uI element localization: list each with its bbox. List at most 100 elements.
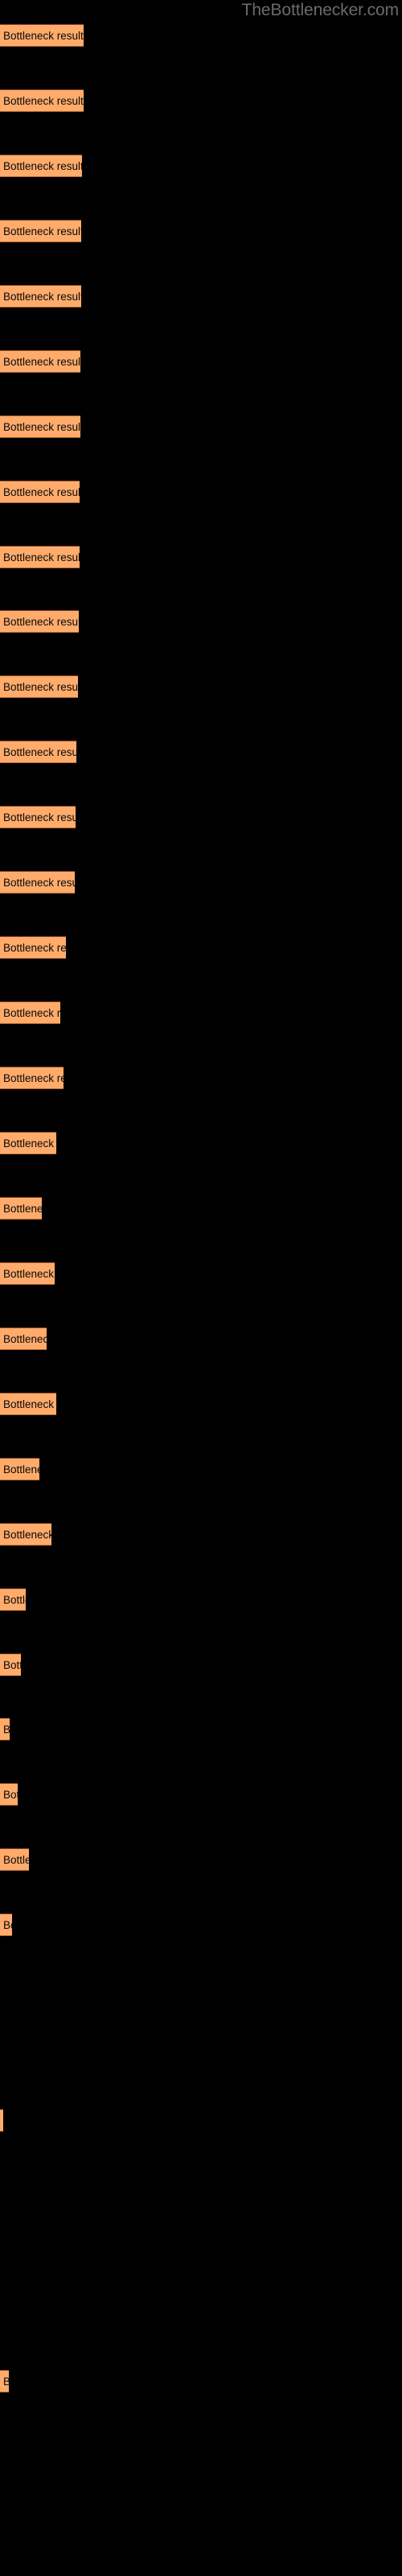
bar[interactable]: Bottleneck result [0,1523,51,1546]
bar[interactable]: Bottleneck result [0,1262,55,1285]
bar-row[interactable]: Bottleneck result [0,1132,402,1154]
bar-label-clip: Bottleneck result [0,1719,10,1740]
bar-row[interactable]: Bottleneck result [0,806,402,828]
bar-row[interactable]: Bottleneck result [0,1783,402,1806]
bar-label-clip: Bottleneck result [0,1328,47,1349]
bar-label: Bottleneck result [3,1072,64,1084]
bar-label: Bottleneck result [3,160,82,172]
bar-label: Bottleneck result [3,877,75,889]
bar-row[interactable]: Bottleneck result [0,2240,402,2262]
bar-label-clip: Bottleneck result [0,2110,3,2131]
bar-row[interactable]: Bottleneck result [0,415,402,438]
bar-label-clip: Bottleneck result [0,155,82,176]
bar[interactable]: Bottleneck result [0,741,76,763]
bar[interactable]: Bottleneck result [0,24,84,47]
bar-label-clip: Bottleneck result [0,286,81,307]
bar-row[interactable]: Bottleneck result [0,1913,402,1936]
bar[interactable]: Bottleneck result [0,936,66,959]
bar[interactable]: Bottleneck result [0,1458,39,1480]
bar[interactable]: Bottleneck result [0,89,84,112]
bar[interactable]: Bottleneck result [0,2109,3,2132]
bar[interactable]: Bottleneck result [0,675,78,698]
bar[interactable]: Bottleneck result [0,1848,29,1871]
bar-label: Bottleneck result [3,2376,9,2388]
bar-label: Bottleneck result [3,551,80,564]
bar-row[interactable]: Bottleneck result [0,1588,402,1611]
bar-row[interactable]: Bottleneck result [0,1458,402,1480]
bar[interactable]: Bottleneck result [0,1718,10,1740]
bar-row[interactable]: Bottleneck result [0,610,402,633]
bar[interactable]: Bottleneck result [0,1197,42,1220]
bar[interactable]: Bottleneck result [0,155,82,177]
bar-row[interactable]: Bottleneck result [0,936,402,959]
bar[interactable]: Bottleneck result [0,481,80,503]
bar-row[interactable]: Bottleneck result [0,2109,402,2132]
bar-label: Bottleneck result [3,225,81,237]
bar-row[interactable]: Bottleneck result [0,1393,402,1415]
bottleneck-bar-chart: Bottleneck result Bottleneck result Bottle… [0,0,402,2576]
bar-label-clip: Bottleneck result [0,1914,12,1935]
bar-label: Bottleneck result [3,1529,51,1541]
bar[interactable]: Bottleneck result [0,1653,21,1676]
bar[interactable]: Bottleneck result [0,871,75,894]
bar[interactable]: Bottleneck result [0,1132,56,1154]
bar-label: Bottleneck result [3,30,84,42]
bar-row[interactable]: Bottleneck result [0,1979,402,2001]
bar-row[interactable]: Bottleneck result [0,1067,402,1089]
bar-row[interactable]: Bottleneck result [0,1197,402,1220]
bar[interactable]: Bottleneck result [0,415,80,438]
bar-row[interactable]: Bottleneck result [0,155,402,177]
bar[interactable]: Bottleneck result [0,546,80,568]
bar-row[interactable]: Bottleneck result [0,1653,402,1676]
bar-row[interactable]: Bottleneck result [0,24,402,47]
bar-label: Bottleneck result [3,1854,29,1866]
bar-label: Bottleneck result [3,95,84,107]
bar[interactable]: Bottleneck result [0,610,79,633]
bar-label-clip: Bottleneck result [0,1459,39,1480]
bar[interactable]: Bottleneck result [0,350,80,373]
bar[interactable]: Bottleneck result [0,1393,56,1415]
bar[interactable]: Bottleneck result [0,1783,18,1806]
bar-row[interactable]: Bottleneck result [0,546,402,568]
bar-row[interactable]: Bottleneck result [0,675,402,698]
bar-row[interactable]: Bottleneck result [0,871,402,894]
bar-row[interactable]: Bottleneck result [0,741,402,763]
bar[interactable]: Bottleneck result [0,1327,47,1350]
bar-row[interactable]: Bottleneck result [0,89,402,112]
bar-row[interactable]: Bottleneck result [0,1327,402,1350]
bar-label: Bottleneck result [3,421,80,433]
bar-row[interactable]: Bottleneck result [0,1523,402,1546]
bar[interactable]: Bottleneck result [0,1588,26,1611]
bar-label: Bottleneck result [3,291,81,303]
bar-label: Bottleneck result [3,811,76,824]
bar[interactable]: Bottleneck result [0,2370,9,2392]
bar-row[interactable]: Bottleneck result [0,2174,402,2197]
bar-row[interactable]: Bottleneck result [0,1848,402,1871]
bar-row[interactable]: Bottleneck result [0,1001,402,1024]
bar-label: Bottleneck result [3,1463,39,1476]
bar-label-clip: Bottleneck result [0,741,76,762]
bar-row[interactable]: Bottleneck result [0,1718,402,1740]
bar-label: Bottleneck result [3,1333,47,1345]
bar-label-clip: Bottleneck result [0,25,84,46]
bar-row[interactable]: Bottleneck result [0,285,402,308]
bar-row[interactable]: Bottleneck result [0,2305,402,2327]
bar[interactable]: Bottleneck result [0,1913,12,1936]
bar-label-clip: Bottleneck result [0,1784,18,1805]
bar[interactable]: Bottleneck result [0,220,81,242]
bar-row[interactable]: Bottleneck result [0,2370,402,2392]
bar-row[interactable]: Bottleneck result [0,1262,402,1285]
bar[interactable]: Bottleneck result [0,806,76,828]
bar-row[interactable]: Bottleneck result [0,481,402,503]
bar-row[interactable]: Bottleneck result [0,220,402,242]
bar-label-clip: Bottleneck result [0,1393,56,1414]
bar-label-clip: Bottleneck result [0,351,80,372]
bar[interactable]: Bottleneck result [0,1067,64,1089]
bar-label-clip: Bottleneck result [0,90,84,111]
bar[interactable]: Bottleneck result [0,285,81,308]
bar-row[interactable]: Bottleneck result [0,2044,402,2066]
bar-label-clip: Bottleneck result [0,1067,64,1088]
bar-row[interactable]: Bottleneck result [0,350,402,373]
bar-label: Bottleneck result [3,1007,60,1019]
bar[interactable]: Bottleneck result [0,1001,60,1024]
